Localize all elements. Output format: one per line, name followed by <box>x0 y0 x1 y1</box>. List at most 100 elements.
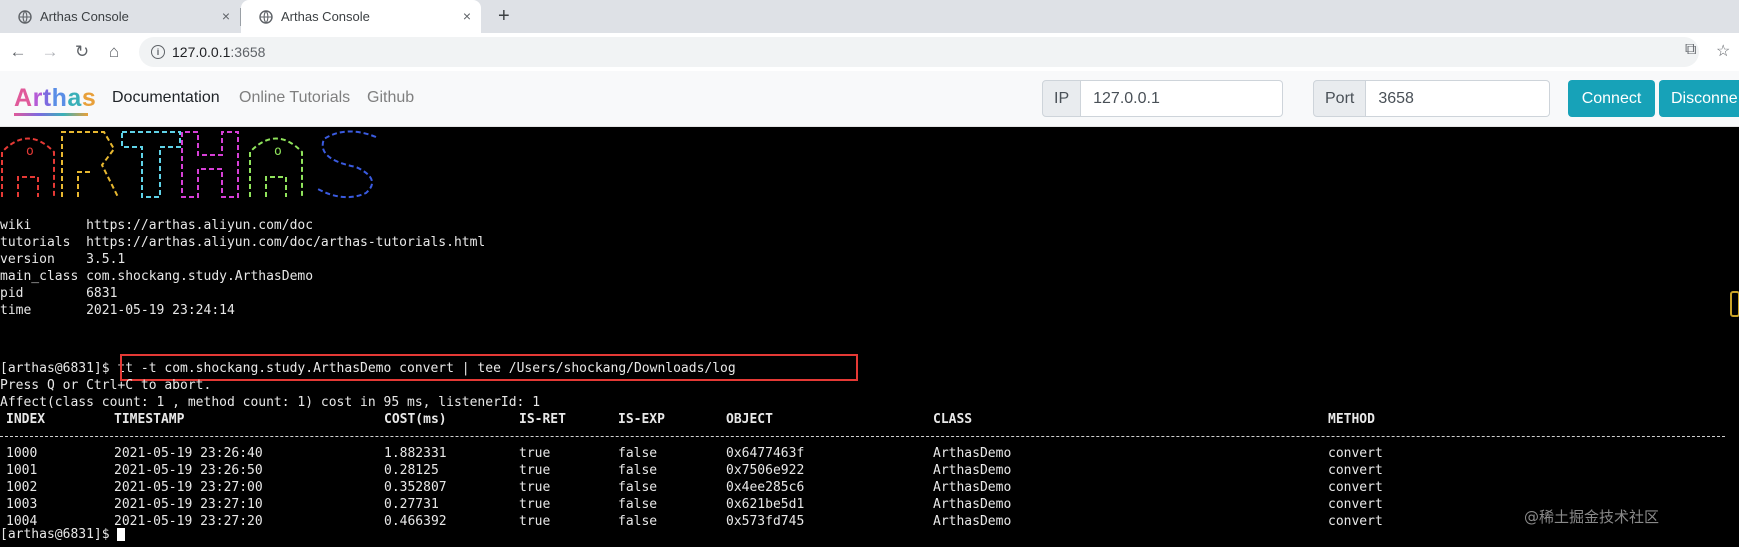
home-icon[interactable]: ⌂ <box>104 42 124 62</box>
table-cell: 1.882331 <box>384 446 447 461</box>
table-cell: ArthasDemo <box>933 514 1012 529</box>
table-cell: 2021-05-19 23:26:40 <box>114 446 263 461</box>
table-cell: 0x4ee285c6 <box>726 480 805 495</box>
arthas-ascii-logo: oo <box>1 130 377 199</box>
table-header-cell: METHOD <box>1328 412 1375 427</box>
connect-button[interactable]: Connect <box>1568 80 1655 117</box>
banner-info-line: time 2021-05-19 23:24:14 <box>0 302 235 319</box>
address-bar[interactable]: i 127.0.0.1:3658 <box>139 37 1699 67</box>
table-cell: 0.466392 <box>384 514 447 529</box>
nav-github[interactable]: Github <box>367 89 414 107</box>
close-icon[interactable]: × <box>463 9 471 23</box>
table-cell: 0.28125 <box>384 463 439 478</box>
logo-underline <box>14 113 88 116</box>
logo-stroke <box>17 176 39 197</box>
browser-tab-strip: Arthas Console × Arthas Console × + <box>0 0 1739 33</box>
table-cell: 0.352807 <box>384 480 447 495</box>
translate-icon[interactable]: ⧉ <box>1685 41 1696 59</box>
side-indicator[interactable] <box>1730 291 1739 317</box>
table-cell: convert <box>1328 497 1383 512</box>
watermark: @稀土掘金技术社区 <box>1524 508 1660 526</box>
browser-tab-active[interactable]: Arthas Console × <box>241 0 481 33</box>
arthas-logo[interactable]: Arthas <box>14 84 96 113</box>
table-header-cell: IS-EXP <box>618 412 665 427</box>
nav-online-tutorials[interactable]: Online Tutorials <box>239 89 350 107</box>
info-key: main_class <box>0 269 87 284</box>
table-cell: 1000 <box>6 446 38 461</box>
logo-stroke <box>181 131 239 198</box>
port-input[interactable]: 3658 <box>1366 80 1551 117</box>
terminal[interactable]: oo wiki https://arthas.aliyun.com/doc tut… <box>0 127 1739 547</box>
table-cell: false <box>618 446 658 461</box>
table-cell: ArthasDemo <box>933 446 1012 461</box>
browser-toolbar: ← → ↻ ⌂ i 127.0.0.1:3658 ⧉ ☆ <box>0 33 1739 71</box>
table-cell: true <box>519 446 551 461</box>
info-value: https://arthas.aliyun.com/doc <box>86 218 314 233</box>
table-cell: true <box>519 480 551 495</box>
table-header-cell: TIMESTAMP <box>114 412 185 427</box>
table-cell: 1001 <box>6 463 38 478</box>
info-icon[interactable]: i <box>151 45 165 59</box>
table-header-cell: CLASS <box>933 412 973 427</box>
ip-input[interactable]: 127.0.0.1 <box>1081 80 1284 117</box>
table-cell: 1002 <box>6 480 38 495</box>
table-cell: ArthasDemo <box>933 480 1012 495</box>
table-cell: convert <box>1328 463 1383 478</box>
back-icon[interactable]: ← <box>8 42 28 62</box>
logo-stroke <box>265 176 287 197</box>
table-header-cell: OBJECT <box>726 412 773 427</box>
table-cell: 0.27731 <box>384 497 439 512</box>
port-label: Port <box>1313 80 1367 117</box>
table-cell: 0x6477463f <box>726 446 805 461</box>
banner-info-line: main_class com.shockang.study.ArthasDemo <box>0 268 313 285</box>
browser-tab[interactable]: Arthas Console × <box>0 0 240 33</box>
reload-icon[interactable]: ↻ <box>72 42 92 62</box>
banner-info-line: version 3.5.1 <box>0 251 125 268</box>
ip-input-group: IP 127.0.0.1 <box>1042 80 1284 117</box>
table-cell: 1003 <box>6 497 38 512</box>
tab-title: Arthas Console <box>281 9 370 24</box>
table-cell: false <box>618 514 658 529</box>
table-cell: false <box>618 497 658 512</box>
banner-info-line: tutorials https://arthas.aliyun.com/doc/… <box>0 234 485 251</box>
info-key: time <box>0 303 87 318</box>
banner-info-line: wiki https://arthas.aliyun.com/doc <box>0 217 313 234</box>
ip-label: IP <box>1042 80 1082 117</box>
url-text[interactable]: 127.0.0.1:3658 <box>172 44 265 60</box>
info-value: 2021-05-19 23:24:14 <box>86 303 235 318</box>
forward-icon[interactable]: → <box>40 42 60 62</box>
logo-stroke <box>61 131 119 198</box>
abort-hint: Press Q or Ctrl+C to abort. <box>0 378 212 393</box>
table-cell: 0x573fd745 <box>726 514 805 529</box>
final-prompt[interactable]: [arthas@6831]$ <box>0 526 126 543</box>
info-value: https://arthas.aliyun.com/doc/arthas-tut… <box>86 235 486 250</box>
info-key: wiki <box>0 218 87 233</box>
info-value: 6831 <box>86 286 118 301</box>
table-cell: ArthasDemo <box>933 497 1012 512</box>
table-cell: true <box>519 514 551 529</box>
table-cell: 0x621be5d1 <box>726 497 805 512</box>
app-navbar: Arthas Documentation Online Tutorials Gi… <box>0 71 1739 127</box>
port-input-group: Port 3658 <box>1313 80 1551 117</box>
star-icon[interactable]: ☆ <box>1716 41 1730 61</box>
table-cell: true <box>519 497 551 512</box>
new-tab-button[interactable]: + <box>498 5 510 28</box>
info-key: tutorials <box>0 235 87 250</box>
info-value: 3.5.1 <box>86 252 126 267</box>
close-icon[interactable]: × <box>222 9 230 23</box>
logo-stroke <box>317 130 377 199</box>
table-cell: 2021-05-19 23:27:00 <box>114 480 263 495</box>
table-cell: convert <box>1328 480 1383 495</box>
table-cell: true <box>519 463 551 478</box>
table-cell: 2021-05-19 23:26:50 <box>114 463 263 478</box>
table-cell: ArthasDemo <box>933 463 1012 478</box>
table-cell: 0x7506e922 <box>726 463 805 478</box>
tab-title: Arthas Console <box>40 9 129 24</box>
globe-icon <box>18 9 32 24</box>
disconnect-button[interactable]: Disconne <box>1659 80 1739 117</box>
info-value: com.shockang.study.ArthasDemo <box>86 269 314 284</box>
nav-documentation[interactable]: Documentation <box>112 89 220 107</box>
table-divider <box>0 436 1725 437</box>
command-highlight-box <box>120 354 858 381</box>
table-cell: 2021-05-19 23:27:10 <box>114 497 263 512</box>
